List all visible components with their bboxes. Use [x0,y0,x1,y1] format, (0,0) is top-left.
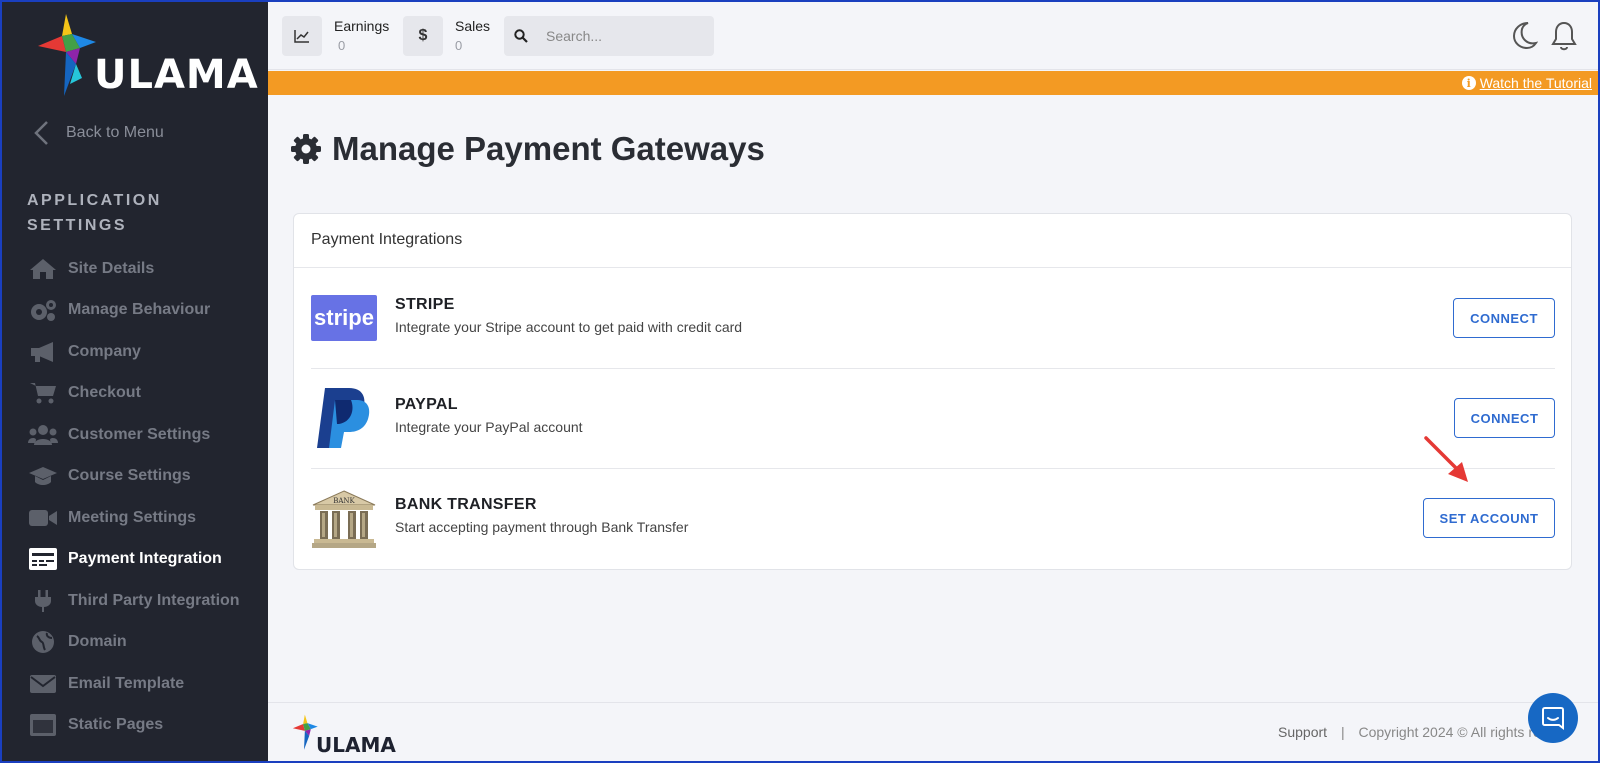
gateway-description: Integrate your PayPal account [395,419,583,435]
sidebar-item-label: Checkout [68,384,141,402]
sidebar-item-course-settings[interactable]: Course Settings [2,456,268,498]
bank-logo-text: BANK [333,497,355,505]
megaphone-icon [28,340,58,364]
sidebar-item-label: Email Template [68,674,185,692]
support-link[interactable]: Support [1278,724,1327,740]
sidebar-item-third-party-integration[interactable]: Third Party Integration [2,580,268,622]
brand-name: ULAMA [94,52,259,98]
window-icon [28,713,58,737]
gateway-row-bank-transfer: BANK BANK TRANSFER Start accepting payme… [311,469,1555,569]
footer-separator: | [1340,724,1345,740]
footer-brand: ULAMA [316,733,396,757]
sidebar-item-label: Manage Behaviour [68,301,211,319]
cogs-icon [28,298,58,322]
sidebar-item-label: Static Pages [68,716,164,734]
red-arrow-annotation-icon [1424,436,1468,482]
cart-icon [28,381,58,405]
sidebar-item-label: Course Settings [68,467,191,485]
top-icons [1488,20,1598,52]
sidebar-item-checkout[interactable]: Checkout [2,373,268,415]
sidebar-item-label: Third Party Integration [68,591,240,609]
gateway-name: BANK TRANSFER [395,496,537,513]
gear-icon [291,134,321,164]
section-title: APPLICATION SETTINGS [27,192,162,234]
gateway-description: Integrate your Stripe account to get pai… [395,319,743,335]
back-to-menu-label: Back to Menu [66,124,164,141]
footer: ULAMA Support | Copyright 2024 © All rig… [268,702,1598,761]
search-input[interactable] [546,28,696,44]
sidebar-item-static-pages[interactable]: Static Pages [2,705,268,747]
sidebar-item-site-details[interactable]: Site Details [2,248,268,290]
page-title-text: Manage Payment Gateways [332,130,765,167]
stripe-logo-text: stripe [314,305,374,330]
earnings-label: Earnings [334,18,390,34]
sales-value: 0 [455,38,463,53]
sidebar-item-payment-integration[interactable]: Payment Integration [2,539,268,581]
sidebar-item-label: Domain [68,633,127,651]
page-title: Manage Payment Gateways [290,130,765,168]
sidebar-item-email-template[interactable]: Email Template [2,663,268,705]
payment-integrations-card: Payment Integrations stripe STRIPE Integ… [293,213,1572,570]
dollar-icon: $ [403,16,443,56]
watch-tutorial-link[interactable]: i Watch the Tutorial [1461,75,1592,91]
sidebar-item-customer-settings[interactable]: Customer Settings [2,414,268,456]
sidebar-item-label: Site Details [68,259,155,277]
dark-mode-moon-icon[interactable] [1510,20,1538,50]
app-frame: ULAMA Back to Menu APPLICATION SETTINGS … [2,2,1598,761]
users-icon [28,423,58,447]
envelope-icon [28,672,58,696]
graduation-cap-icon [28,464,58,488]
sidebar-item-domain[interactable]: Domain [2,622,268,664]
gateway-name: PAYPAL [395,396,458,413]
sidebar-item-label: Customer Settings [68,425,211,443]
paypal-logo [311,386,377,450]
search-box [504,16,714,56]
footer-links: Support | Copyright 2024 © All rights re… [1278,724,1548,740]
sidebar-item-company[interactable]: Company [2,331,268,373]
bank-logo: BANK [311,489,377,549]
card-icon [28,547,58,571]
home-icon [28,257,58,281]
sidebar-item-label: Payment Integration [68,550,222,568]
gateway-row-paypal: PAYPAL Integrate your PayPal account CON… [311,369,1555,469]
earnings-value: 0 [338,38,346,53]
copyright-text: Copyright 2024 © All rights res [1358,724,1548,740]
top-bar: Earnings 0 $ Sales 0 [268,2,1598,70]
card-title: Payment Integrations [294,214,1571,268]
bell-icon[interactable] [1550,20,1578,52]
gateway-name: STRIPE [395,296,455,313]
brand-logo[interactable]: ULAMA [36,12,258,102]
footer-logo: ULAMA [292,711,396,757]
settings-menu: Site Details Manage Behaviour Company Ch… [2,248,268,746]
sales-label: Sales [455,18,491,34]
stripe-logo: stripe [311,295,377,341]
sidebar: ULAMA Back to Menu APPLICATION SETTINGS … [2,2,268,761]
bank-set-account-button[interactable]: SET ACCOUNT [1423,498,1555,538]
plug-icon [28,589,58,613]
watch-tutorial-label: Watch the Tutorial [1479,75,1592,91]
chevron-left-icon [34,121,48,145]
chart-line-icon [282,16,322,56]
sidebar-item-meeting-settings[interactable]: Meeting Settings [2,497,268,539]
gateway-description: Start accepting payment through Bank Tra… [395,519,689,535]
sidebar-item-manage-behaviour[interactable]: Manage Behaviour [2,290,268,332]
info-icon: i [1461,76,1476,90]
tutorial-banner: i Watch the Tutorial [268,71,1598,95]
gateway-row-stripe: stripe STRIPE Integrate your Stripe acco… [311,269,1555,369]
sidebar-item-label: Company [68,342,141,360]
video-icon [28,506,58,530]
chat-icon [1542,707,1564,730]
chat-launcher-button[interactable] [1528,693,1578,743]
back-to-menu-link[interactable]: Back to Menu [32,120,164,146]
search-icon [514,29,528,43]
stripe-connect-button[interactable]: CONNECT [1453,298,1555,338]
sidebar-item-label: Meeting Settings [68,508,197,526]
globe-icon [28,630,58,654]
